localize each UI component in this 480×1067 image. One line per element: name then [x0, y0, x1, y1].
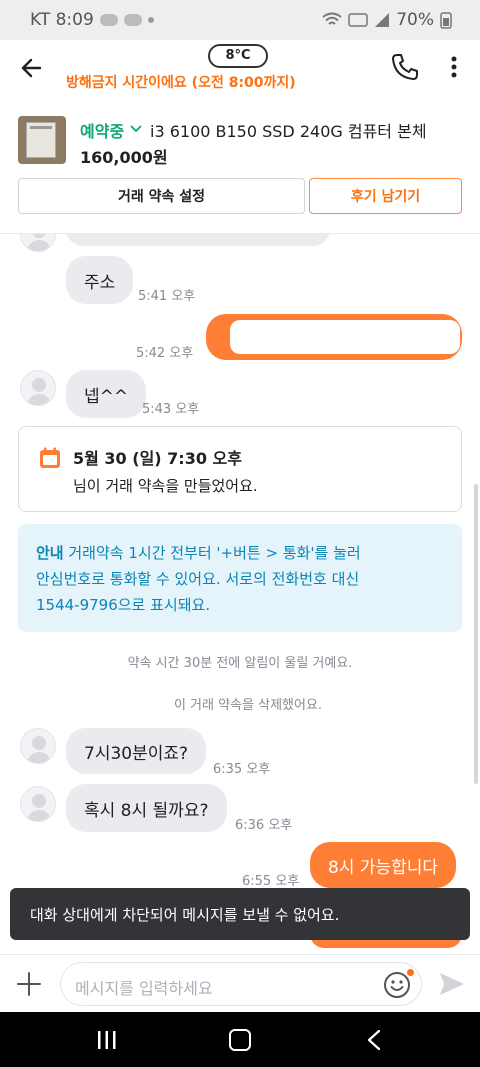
blocked-toast: 대화 상대에게 차단되어 메시지를 보낼 수 없어요. — [10, 888, 470, 940]
message-time: 5:41 오후 — [138, 289, 196, 304]
safe-number-notice: 안내 거래약속 1시간 전부터 '+버튼 > 통화'를 눌러 안심번호로 통화할… — [18, 524, 462, 632]
emoji-icon[interactable] — [383, 971, 411, 999]
incoming-bubble: 7시30분이죠? — [66, 728, 207, 774]
lte-icon — [348, 13, 368, 27]
battery-percent: 70% — [396, 10, 434, 30]
home-icon[interactable] — [229, 1029, 251, 1051]
system-nav-bar — [0, 1012, 480, 1067]
send-icon[interactable] — [438, 971, 466, 997]
chat-header: 8°C 방해금지 시간이에요 (오전 8:00까지) — [0, 40, 480, 98]
signal-icon — [375, 13, 390, 27]
dnd-notice: 방해금지 시간이에요 (오전 8:00까지) — [66, 75, 296, 91]
back-arrow-icon[interactable] — [18, 54, 46, 82]
product-thumbnail[interactable] — [18, 116, 66, 164]
notice-line-2: 안심번호로 통화할 수 있어요. 서로의 전화번호 대신 — [36, 570, 360, 588]
notice-text: 거래약속 1시간 전부터 '+버튼 > 통화'를 눌러 — [63, 544, 361, 562]
incoming-bubble: 넵^^ — [66, 370, 147, 418]
plus-icon[interactable] — [16, 971, 42, 997]
weather-badge: 8°C — [208, 44, 268, 68]
nav-back-icon[interactable] — [366, 1029, 382, 1051]
incoming-bubble-partial — [66, 234, 330, 246]
incoming-bubble: 주소 — [66, 256, 134, 304]
recent-apps-icon[interactable] — [96, 1030, 118, 1050]
message-input[interactable]: 메시지를 입력하세요 — [60, 962, 422, 1006]
avatar[interactable] — [20, 234, 56, 252]
product-title[interactable]: i3 6100 B150 SSD 240G 컴퓨터 본체 — [150, 118, 427, 142]
more-vertical-icon[interactable] — [440, 52, 468, 82]
notice-label: 안내 — [36, 544, 64, 562]
computer-case-drive — [30, 126, 52, 129]
notification-icon — [123, 14, 142, 26]
system-message-alarm: 약속 시간 30분 전에 알림이 울릴 거예요. — [127, 656, 353, 671]
outgoing-bubble: 8시 가능합니다 — [310, 842, 457, 888]
product-price: 160,000원 — [80, 148, 168, 167]
chat-scrollbar[interactable] — [474, 484, 478, 784]
chat-messages[interactable]: 주소 5:41 오후 5:42 오후 넵^^ 5:43 오후 5월 30 (일)… — [0, 234, 480, 954]
status-right: 70% — [322, 10, 452, 30]
message-time: 5:42 오후 — [136, 346, 194, 361]
wifi-icon — [322, 12, 342, 25]
chevron-down-icon[interactable] — [128, 120, 144, 136]
incoming-bubble: 혹시 8시 될까요? — [66, 784, 227, 832]
product-status[interactable]: 예약중 — [80, 118, 124, 142]
notice-line-1: 안내 거래약속 1시간 전부터 '+버튼 > 통화'를 눌러 — [36, 540, 444, 566]
message-input-placeholder: 메시지를 입력하세요 — [75, 979, 213, 998]
appointment-card[interactable]: 5월 30 (일) 7:30 오후 님이 거래 약속을 만들었어요. — [18, 426, 462, 512]
avatar[interactable] — [20, 786, 56, 822]
notification-icon — [99, 14, 118, 26]
set-appointment-button[interactable]: 거래 약속 설정 — [18, 178, 305, 214]
battery-icon — [440, 12, 452, 29]
status-bar: KT 8:09 70% — [0, 0, 480, 40]
system-message-deleted: 이 거래 약속을 삭제했어요. — [173, 698, 323, 713]
message-time: 6:36 오후 — [235, 818, 293, 833]
product-bar: 예약중 i3 6100 B150 SSD 240G 컴퓨터 본체 160,000… — [0, 108, 480, 234]
more-notifications-icon — [147, 17, 154, 23]
redacted-content — [230, 320, 460, 354]
appointment-text: 님이 거래 약속을 만들었어요. — [73, 477, 258, 495]
status-left: KT 8:09 — [30, 10, 154, 30]
message-time: 6:35 오후 — [213, 762, 271, 777]
appointment-date: 5월 30 (일) 7:30 오후 — [73, 449, 242, 468]
write-review-button[interactable]: 후기 남기기 — [309, 178, 462, 214]
calendar-icon — [40, 447, 60, 468]
phone-icon[interactable] — [390, 52, 420, 82]
notice-line-3: 1544-9796으로 표시돼요. — [36, 596, 211, 614]
avatar[interactable] — [20, 728, 56, 764]
avatar[interactable] — [20, 370, 56, 406]
message-time: 6:55 오후 — [242, 874, 300, 889]
header-center: 8°C 방해금지 시간이에요 (오전 8:00까지) — [66, 42, 366, 96]
new-badge-dot — [407, 969, 414, 976]
message-time: 5:43 오후 — [142, 402, 200, 417]
carrier-time: KT 8:09 — [30, 10, 94, 30]
message-input-bar: 메시지를 입력하세요 — [0, 954, 480, 1012]
